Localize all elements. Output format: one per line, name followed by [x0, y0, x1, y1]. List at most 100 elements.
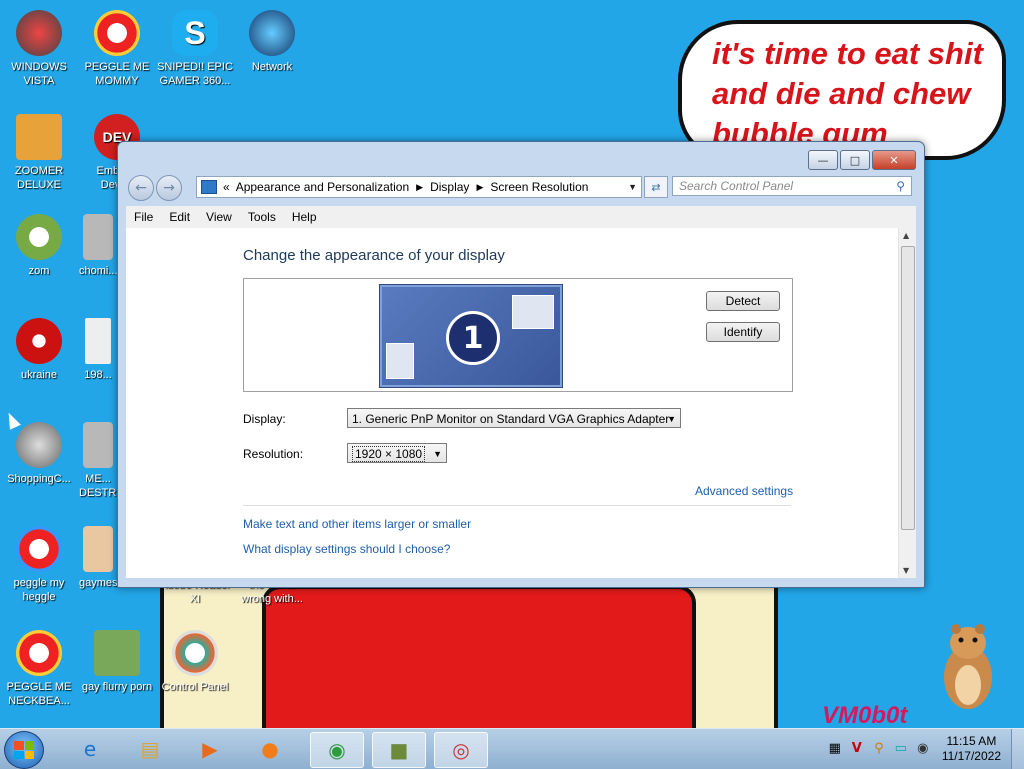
refresh-button[interactable]: ⇄ [644, 176, 668, 198]
desktop-icon-label: PEGGLE ME NECKBEA... [6, 681, 72, 707]
media-player-icon[interactable]: ▶ [184, 732, 236, 766]
address-bar[interactable]: « Appearance and Personalization ▶ Displ… [196, 176, 642, 198]
clock-time: 11:15 AM [946, 734, 997, 748]
desktop-icon-label: peggle my heggle [13, 577, 65, 603]
desktop-icon-label: gaymes [79, 577, 117, 589]
menu-tools[interactable]: Tools [240, 210, 284, 224]
scroll-up-icon[interactable]: ▲ [903, 231, 909, 240]
desktop-icon-chomi[interactable]: chomi... [79, 214, 117, 278]
desktop-icon-label: gay flurry porn [81, 681, 153, 693]
text-size-link[interactable]: Make text and other items larger or smal… [243, 517, 471, 531]
desktop-icon-control-panel[interactable]: Control Panel [157, 630, 233, 694]
desktop-icon-zom[interactable]: zom [1, 214, 77, 278]
speech-bubble: it's time to eat shit and die and chew b… [678, 20, 1006, 160]
close-button[interactable]: ✕ [872, 150, 916, 170]
app-orange-icon[interactable]: ● [244, 732, 296, 766]
app-icon [83, 422, 113, 468]
menu-edit[interactable]: Edit [161, 210, 198, 224]
tray-app-icon[interactable]: ▦ [827, 741, 843, 757]
desktop-icon-shoppingc[interactable]: ShoppingC... [1, 422, 77, 486]
skype-icon: S [172, 10, 218, 56]
breadcrumb-screen-resolution[interactable]: Screen Resolution [490, 180, 588, 194]
show-desktop-button[interactable] [1011, 729, 1024, 769]
chevron-down-icon[interactable]: ▼ [628, 182, 637, 192]
desktop-icon-destr[interactable]: ME... DESTR... [79, 422, 117, 500]
control-panel-icon [201, 180, 217, 194]
box-icon [94, 630, 140, 676]
monitor-1-thumbnail[interactable]: 1 [379, 284, 563, 388]
desktop-icon-gaymes[interactable]: gaymes [79, 526, 117, 590]
scroll-down-icon[interactable]: ▼ [903, 566, 909, 575]
breadcrumb-separator-icon[interactable]: ▶ [476, 182, 483, 193]
menu-view[interactable]: View [198, 210, 240, 224]
tray-v-icon[interactable]: V [849, 741, 865, 757]
content-pane: Change the appearance of your display 1 … [126, 228, 916, 578]
maximize-button[interactable]: □ [840, 150, 870, 170]
back-button[interactable]: ← [128, 175, 154, 201]
explorer-folder-icon[interactable]: ▤ [124, 732, 176, 766]
desktop-icon-label: Control Panel [161, 681, 229, 693]
identify-button[interactable]: Identify [706, 322, 780, 342]
watermark: VM0b0t [822, 702, 908, 729]
navigation-bar: ← → « Appearance and Personalization ▶ D… [126, 174, 916, 201]
forward-button[interactable]: → [156, 175, 182, 201]
desktop-icon-label: SNIPED!! EPIC GAMER 360... [157, 61, 233, 87]
menu-file[interactable]: File [126, 210, 161, 224]
window-controls: — □ ✕ [808, 150, 916, 170]
search-icon[interactable]: ⚲ [896, 179, 905, 193]
display-select-value: 1. Generic PnP Monitor on Standard VGA G… [352, 412, 670, 426]
window-thumbnail-icon [386, 343, 414, 379]
page-title: Change the appearance of your display [243, 247, 505, 264]
desktop-icon-label: ShoppingC... [7, 473, 71, 485]
internet-explorer-icon[interactable]: e [64, 732, 116, 766]
tray-monitor-icon[interactable]: ▭ [893, 741, 909, 757]
desktop-icon-network[interactable]: Network [234, 10, 310, 74]
desktop-icon-peggle-me-neckbeard[interactable]: PEGGLE ME NECKBEA... [1, 630, 77, 708]
desktop-icon-label: ME... DESTR... [79, 473, 117, 499]
clock[interactable]: 11:15 AM 11/17/2022 [942, 734, 1001, 764]
desktop-icon-label: PEGGLE ME MOMMY [84, 61, 150, 87]
breadcrumb-display[interactable]: Display [430, 180, 469, 194]
text-file-icon [85, 318, 111, 364]
breadcrumb-appearance[interactable]: Appearance and Personalization [236, 180, 409, 194]
vertical-scrollbar[interactable]: ▲ ▼ [898, 228, 916, 578]
display-preview: 1 Detect Identify [243, 278, 793, 392]
desktop-icon-sniped[interactable]: S SNIPED!! EPIC GAMER 360... [157, 10, 233, 88]
resolution-select[interactable]: 1920 × 1080 ▼ [347, 443, 447, 463]
menu-help[interactable]: Help [284, 210, 325, 224]
box-app-icon[interactable]: ■ [372, 732, 426, 768]
tray-search-icon[interactable]: ⚲ [871, 741, 887, 757]
desktop-icon-1984[interactable]: 198... [79, 318, 117, 382]
menu-bar: File Edit View Tools Help [126, 206, 916, 228]
desktop-icon-gay-flurry[interactable]: gay flurry porn [79, 630, 155, 694]
detect-button[interactable]: Detect [706, 291, 780, 311]
resolution-select-value: 1920 × 1080 [352, 446, 426, 462]
wallpaper-red-shape [262, 585, 696, 735]
minimize-button[interactable]: — [808, 150, 838, 170]
desktop-icon-windows-vista[interactable]: WINDOWS VISTA [1, 10, 77, 88]
search-placeholder: Search Control Panel [679, 179, 794, 193]
desktop-icon-label: 198... [84, 369, 112, 381]
desktop-icon-ukraine[interactable]: ukraine [1, 318, 77, 382]
start-button[interactable] [4, 731, 44, 769]
control-panel-taskbar-icon[interactable]: ◎ [434, 732, 488, 768]
tray-volume-icon[interactable]: ◉ [915, 741, 931, 757]
display-select[interactable]: 1. Generic PnP Monitor on Standard VGA G… [347, 408, 681, 428]
flash-icon [16, 422, 62, 468]
control-panel-icon [172, 630, 218, 676]
desktop-icon-peggle-me-mommy[interactable]: PEGGLE ME MOMMY [79, 10, 155, 88]
desktop-icon-zoomer-deluxe[interactable]: ZOOMER DELUXE [1, 114, 77, 192]
screen-resolution-window[interactable]: — □ ✕ ← → « Appearance and Personalizati… [117, 141, 925, 588]
scrollbar-thumb[interactable] [901, 246, 915, 530]
chrome-icon[interactable]: ◉ [310, 732, 364, 768]
vista-icon [16, 10, 62, 56]
breadcrumb-separator-icon[interactable]: ▶ [416, 182, 423, 193]
advanced-settings-link[interactable]: Advanced settings [695, 484, 793, 498]
chevron-down-icon: ▼ [433, 449, 442, 459]
search-input[interactable]: Search Control Panel ⚲ [672, 176, 912, 196]
chevron-down-icon: ▼ [667, 414, 676, 424]
peggle-icon [16, 630, 62, 676]
display-help-link[interactable]: What display settings should I choose? [243, 542, 450, 556]
desktop-icon-label: ukraine [20, 369, 58, 381]
desktop-icon-peggle-my-heggle[interactable]: peggle my heggle [1, 526, 77, 604]
